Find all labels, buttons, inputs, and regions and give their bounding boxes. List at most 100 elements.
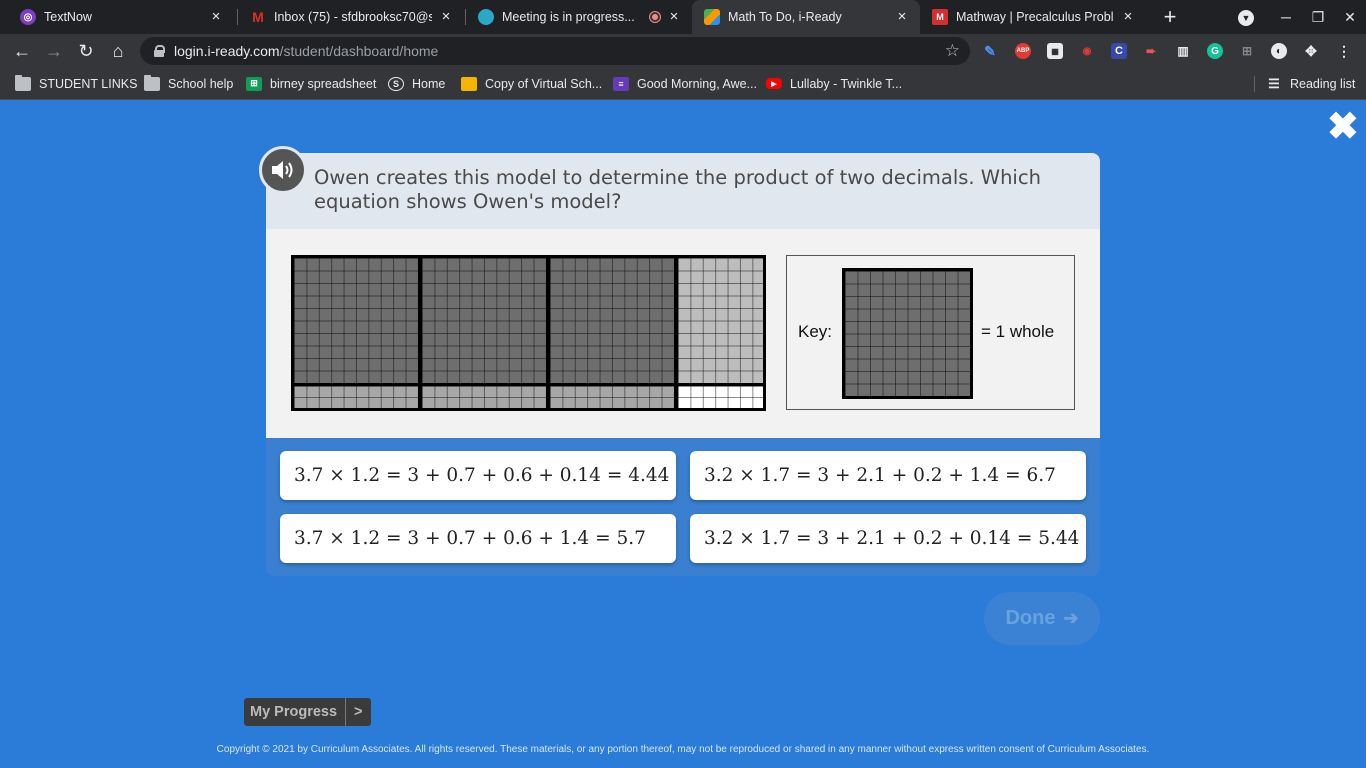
model-tenths-row [550, 386, 674, 408]
mathway-icon: M [932, 9, 948, 25]
url-host: login.i-ready.com [174, 43, 280, 59]
bookmark-birney-spreadsheet[interactable]: ⊞ birney spreadsheet [246, 68, 376, 99]
close-tab-icon[interactable]: × [438, 9, 454, 25]
bookmark-star-icon[interactable]: ☆ [945, 41, 960, 61]
tab-search-icon[interactable]: ▼ [1222, 8, 1270, 26]
s-icon: S [388, 76, 404, 91]
bookmarks-bar: STUDENT LINKS School help ⊞ birney sprea… [0, 68, 1366, 100]
lock-icon [154, 45, 165, 57]
url-path: /student/dashboard/home [279, 43, 439, 59]
menu-icon[interactable]: ⋮ [1336, 43, 1352, 59]
forms-icon: ≡ [613, 76, 629, 91]
bookmark-school-help[interactable]: School help [144, 68, 233, 99]
bookmark-label: School help [168, 76, 234, 91]
bookmark-good-morning[interactable]: ≡ Good Morning, Awe... [613, 68, 757, 99]
browser-toolbar: ← → ↻ ⌂ login.i-ready.com/student/dashbo… [0, 34, 1366, 68]
key-value: = 1 whole [981, 322, 1055, 341]
bookmark-label: Good Morning, Awe... [637, 76, 757, 91]
slides-icon [461, 76, 477, 91]
tab-gmail[interactable]: M Inbox (75) - sfdbrooksc70@sf × [238, 0, 464, 34]
key-label: Key: [798, 322, 833, 341]
arrow-right-icon: ➔ [1063, 608, 1079, 628]
broadcast-icon[interactable]: ◉ [1079, 43, 1095, 59]
model-hundredths [678, 386, 763, 408]
speaker-icon[interactable] [259, 146, 307, 194]
tab-title: Inbox (75) - sfdbrooksc70@sf [274, 10, 432, 24]
model-tenths-row [422, 386, 546, 408]
key-whole-square [842, 268, 973, 399]
close-lesson-icon[interactable]: ✖ [1327, 108, 1359, 146]
adblock-icon[interactable]: ABP [1015, 43, 1031, 59]
model-tenths-column [678, 258, 763, 383]
tab-textnow[interactable]: ◎ TextNow × [8, 0, 234, 34]
c-extension-icon[interactable]: C [1111, 43, 1127, 59]
circle-extension-icon[interactable]: ◐ [1271, 43, 1287, 59]
reading-list-label: Reading list [1290, 76, 1356, 91]
bookmark-virtual-school[interactable]: Copy of Virtual Sch... [461, 68, 602, 99]
answer-choice-4[interactable]: 3.2 × 1.7 = 3 + 2.1 + 0.2 + 0.14 = 5.44 [690, 514, 1086, 563]
extension-icon[interactable]: ▦ [1047, 43, 1063, 59]
youtube-icon: ▶ [766, 78, 782, 89]
answer-choice-2[interactable]: 3.2 × 1.7 = 3 + 2.1 + 0.2 + 1.4 = 6.7 [690, 451, 1086, 500]
new-tab-button[interactable]: + [1158, 5, 1182, 29]
apps-folder-icon [15, 74, 31, 91]
answer-choice-3[interactable]: 3.7 × 1.2 = 3 + 0.7 + 0.6 + 1.4 = 5.7 [280, 514, 676, 563]
folder-icon [144, 74, 160, 91]
home-icon[interactable]: ⌂ [106, 39, 130, 63]
iready-icon [704, 9, 720, 25]
close-tab-icon[interactable]: × [208, 9, 224, 25]
done-label: Done [1005, 607, 1056, 629]
bookmark-home[interactable]: S Home [388, 68, 445, 99]
bookmark-label: birney spreadsheet [270, 76, 377, 91]
bookmark-label: STUDENT LINKS [39, 76, 138, 91]
model-whole-square [422, 258, 546, 383]
address-bar[interactable]: login.i-ready.com/student/dashboard/home… [140, 37, 970, 65]
back-icon[interactable]: ← [10, 39, 34, 63]
tab-title: Meeting is in progress... [502, 10, 635, 24]
minimize-icon[interactable]: ─ [1270, 9, 1302, 25]
tab-title: TextNow [44, 10, 92, 24]
window-controls: ▼ ─ ❐ ✕ [1222, 0, 1366, 34]
reload-icon[interactable]: ↻ [74, 39, 98, 63]
bookmark-label: Lullaby - Twinkle T... [790, 76, 903, 91]
forward-icon[interactable]: → [42, 39, 66, 63]
key-grid [845, 271, 970, 396]
tab-iready[interactable]: Math To Do, i-Ready × [692, 0, 920, 34]
area-model [291, 255, 766, 411]
model-tenths-row [294, 386, 418, 408]
pin-extension-icon[interactable]: ✎ [982, 43, 998, 59]
tab-title: Math To Do, i-Ready [728, 10, 842, 24]
bookmark-lullaby[interactable]: ▶ Lullaby - Twinkle T... [766, 68, 902, 99]
chevron-right-icon: > [345, 698, 370, 726]
tab-title: Mathway | Precalculus Proble [956, 10, 1114, 24]
restore-icon[interactable]: ❐ [1302, 9, 1334, 26]
copyright-text: Copyright © 2021 by Curriculum Associate… [216, 744, 1150, 755]
close-tab-icon[interactable]: × [1120, 9, 1136, 25]
textnow-icon: ◎ [20, 9, 36, 25]
sheets-icon: ⊞ [246, 76, 262, 91]
reader-icon[interactable]: ▥ [1175, 43, 1191, 59]
done-button[interactable]: Done ➔ [984, 592, 1100, 645]
close-tab-icon[interactable]: × [894, 9, 910, 25]
my-progress-button[interactable]: My Progress > [244, 698, 371, 726]
reading-list-icon: ☰ [1268, 75, 1280, 91]
model-whole-square [550, 258, 674, 383]
screencast-icon[interactable]: ➨ [1143, 43, 1159, 59]
tab-mathway[interactable]: M Mathway | Precalculus Proble × [920, 0, 1146, 34]
recording-icon [650, 12, 660, 22]
model-whole-square [294, 258, 418, 383]
reading-list-button[interactable]: ☰ Reading list [1266, 68, 1355, 99]
tab-meet[interactable]: Meeting is in progress... × [466, 0, 692, 34]
question-text: Owen creates this model to determine the… [314, 166, 1041, 213]
close-window-icon[interactable]: ✕ [1334, 9, 1366, 26]
tab-strip: ◎ TextNow × M Inbox (75) - sfdbrooksc70@… [0, 0, 1366, 34]
grammarly-icon[interactable]: G [1207, 43, 1223, 59]
bookmark-student-links[interactable]: STUDENT LINKS [15, 68, 137, 99]
my-progress-label: My Progress [250, 704, 338, 720]
bookmark-label: Home [412, 76, 446, 91]
grid-extension-icon[interactable]: ⊞ [1239, 43, 1255, 59]
close-tab-icon[interactable]: × [666, 9, 682, 25]
extensions-puzzle-icon[interactable]: ✥ [1303, 43, 1319, 59]
meet-icon [478, 9, 494, 25]
answer-choice-1[interactable]: 3.7 × 1.2 = 3 + 0.7 + 0.6 + 0.14 = 4.44 [280, 451, 676, 500]
